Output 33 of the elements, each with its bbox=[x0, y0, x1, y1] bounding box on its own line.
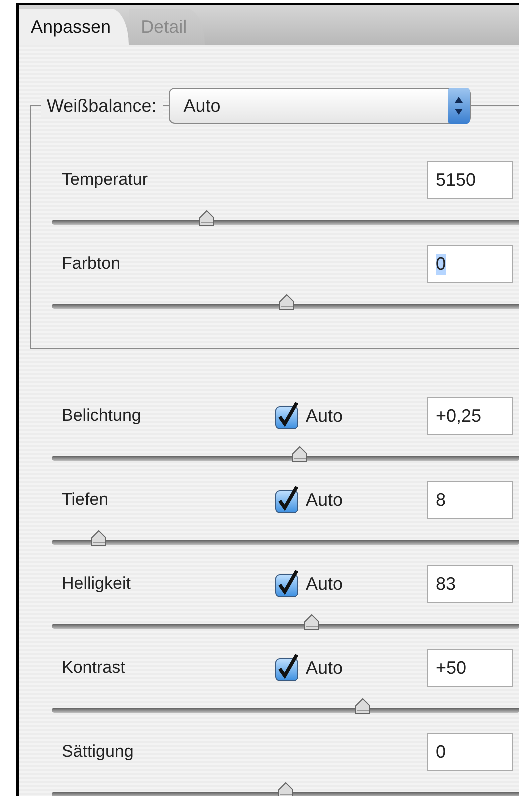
tab[interactable]: Anpassen bbox=[19, 9, 130, 45]
slider-label: Temperatur bbox=[61, 170, 149, 190]
checkbox[interactable] bbox=[275, 486, 301, 514]
checkbox[interactable] bbox=[275, 654, 301, 682]
slider-thumb[interactable] bbox=[90, 530, 107, 546]
slider-label: Sättigung bbox=[61, 742, 135, 762]
slider-label: Kontrast bbox=[61, 658, 126, 678]
checkbox[interactable] bbox=[275, 570, 301, 598]
slider-label: Helligkeit bbox=[61, 574, 132, 594]
slider-thumb[interactable] bbox=[199, 210, 216, 226]
value-field[interactable]: +50 bbox=[427, 649, 513, 687]
auto-label: Auto bbox=[306, 574, 344, 594]
stepper-icon bbox=[448, 88, 470, 124]
value-field[interactable]: +0,25 bbox=[427, 397, 513, 435]
slider-label: Farbton bbox=[61, 254, 122, 274]
balance-label: Weißbalance: bbox=[41, 96, 163, 116]
slider-thumb[interactable] bbox=[292, 446, 308, 462]
value-field[interactable]: 0 bbox=[427, 733, 513, 771]
value-field[interactable]: 5150 bbox=[427, 161, 513, 199]
slider-thumb[interactable] bbox=[278, 782, 294, 796]
balance-dropdown[interactable]: Auto bbox=[168, 88, 471, 124]
auto-label: Auto bbox=[306, 406, 344, 426]
auto-label: Auto bbox=[306, 658, 344, 678]
value-field[interactable]: 0 bbox=[427, 245, 513, 283]
slider-label: Tiefen bbox=[61, 490, 110, 510]
slider-label: Belichtung bbox=[61, 406, 142, 426]
value-field[interactable]: 8 bbox=[427, 481, 513, 519]
value-field[interactable]: 83 bbox=[427, 565, 513, 603]
slider-thumb[interactable] bbox=[355, 698, 372, 714]
slider-thumb[interactable] bbox=[304, 614, 320, 630]
auto-label: Auto bbox=[306, 490, 344, 510]
slider-thumb[interactable] bbox=[279, 294, 295, 310]
checkbox[interactable] bbox=[275, 402, 301, 430]
